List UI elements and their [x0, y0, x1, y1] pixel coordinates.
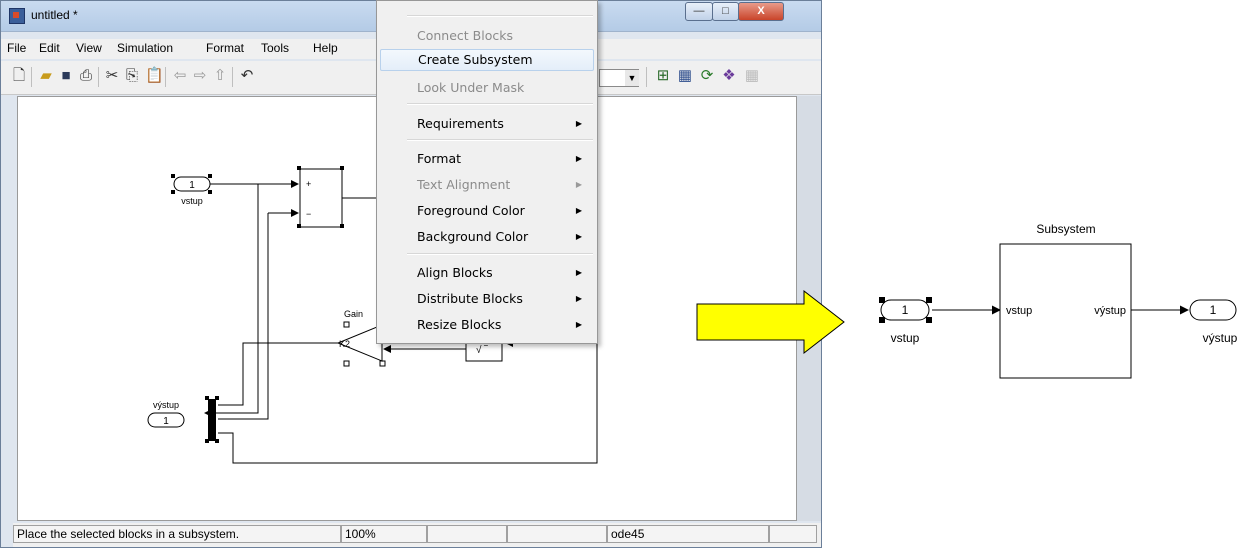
submenu-arrow-icon: ▶: [575, 232, 582, 241]
result-inport-block[interactable]: 1 vstup: [879, 297, 932, 345]
right-arrow-icon: [696, 290, 845, 354]
result-outport-number: 1: [1210, 303, 1217, 317]
cut-icon[interactable]: ✂: [104, 68, 120, 84]
menu-separator: [407, 103, 593, 105]
context-menu: Connect Blocks Create Subsystem Look Und…: [376, 0, 598, 344]
menu-item-requirements[interactable]: Requirements ▶: [380, 113, 594, 135]
menu-item-look-under-mask[interactable]: Look Under Mask: [380, 77, 594, 99]
status-cell-empty: [507, 525, 607, 543]
result-inport-number: 1: [902, 303, 909, 317]
menu-item-background-color[interactable]: Background Color ▶: [380, 226, 594, 248]
save-icon[interactable]: ■: [58, 68, 74, 84]
menu-item-connect-blocks[interactable]: Connect Blocks: [380, 25, 594, 47]
gain-value: K2: [339, 339, 350, 349]
submenu-arrow-icon: ▶: [575, 154, 582, 163]
window-title: untitled *: [31, 8, 78, 22]
outport-name: výstup: [153, 400, 179, 410]
inport-name: vstup: [181, 196, 203, 206]
menu-view[interactable]: View: [76, 41, 102, 55]
outport-block[interactable]: 1 výstup: [147, 400, 185, 428]
model-explorer-icon[interactable]: ▦: [677, 68, 693, 84]
toolbar-separator: [31, 67, 32, 87]
toolbar-separator: [646, 67, 647, 87]
zoom-level: 100%: [341, 525, 427, 543]
submenu-arrow-icon: ▶: [575, 119, 582, 128]
menu-item-distribute-blocks[interactable]: Distribute Blocks ▶: [380, 288, 594, 310]
copy-icon[interactable]: ⎘: [124, 68, 140, 84]
menu-separator: [407, 253, 593, 255]
up-icon[interactable]: ⇧: [212, 68, 228, 84]
toolbar-separator: [98, 67, 99, 87]
minimize-button[interactable]: —: [685, 2, 713, 21]
menu-simulation[interactable]: Simulation: [117, 41, 173, 55]
menu-file[interactable]: File: [7, 41, 26, 55]
status-bar: Place the selected blocks in a subsystem…: [13, 523, 821, 547]
svg-text:√ ‾: √ ‾: [476, 344, 488, 356]
forward-icon[interactable]: ⇨: [192, 68, 208, 84]
chevron-down-icon[interactable]: ▼: [625, 70, 639, 86]
menu-edit[interactable]: Edit: [39, 41, 60, 55]
menu-item-resize-blocks[interactable]: Resize Blocks ▶: [380, 314, 594, 336]
menu-separator: [407, 139, 593, 141]
new-icon[interactable]: 🗋: [11, 68, 27, 84]
print-icon[interactable]: ⎙: [78, 68, 94, 84]
menu-separator: [407, 15, 593, 17]
open-icon[interactable]: ▰: [38, 68, 54, 84]
close-button[interactable]: X: [738, 2, 784, 21]
sum-sign-minus: −: [306, 209, 311, 219]
sum-sign-plus: +: [306, 179, 311, 189]
submenu-arrow-icon: ▶: [575, 320, 582, 329]
subsystem-out-port-label: výstup: [1094, 305, 1126, 317]
undo-icon[interactable]: ↶: [239, 68, 255, 84]
menu-help[interactable]: Help: [313, 41, 338, 55]
status-cell-empty: [427, 525, 507, 543]
menu-item-foreground-color[interactable]: Foreground Color ▶: [380, 200, 594, 222]
submenu-arrow-icon: ▶: [575, 180, 582, 189]
update-icon[interactable]: ⟳: [699, 68, 715, 84]
submenu-arrow-icon: ▶: [575, 268, 582, 277]
library-icon[interactable]: ⊞: [655, 68, 671, 84]
resize-grip[interactable]: [769, 525, 817, 543]
inport-block[interactable]: 1 vstup: [171, 174, 212, 206]
mux-block[interactable]: [205, 396, 219, 443]
gain-name: Gain: [344, 309, 363, 319]
result-outport-block[interactable]: 1 výstup: [1189, 299, 1238, 345]
solver-name: ode45: [607, 525, 769, 543]
inport-number: 1: [189, 180, 195, 191]
outport-number: 1: [163, 416, 169, 427]
back-icon[interactable]: ⇦: [172, 68, 188, 84]
menu-item-text-alignment[interactable]: Text Alignment ▶: [380, 174, 594, 196]
menu-format[interactable]: Format: [206, 41, 244, 55]
paste-icon[interactable]: 📋: [145, 68, 164, 84]
maximize-button[interactable]: □: [712, 2, 739, 21]
submenu-arrow-icon: ▶: [575, 206, 582, 215]
subsystem-in-port-label: vstup: [1006, 305, 1032, 317]
toolbar-separator: [232, 67, 233, 87]
menu-item-align-blocks[interactable]: Align Blocks ▶: [380, 262, 594, 284]
menu-item-create-subsystem[interactable]: Create Subsystem: [380, 49, 594, 71]
menu-tools[interactable]: Tools: [261, 41, 289, 55]
subsystem-block[interactable]: Subsystem vstup výstup: [999, 222, 1132, 379]
menu-item-format[interactable]: Format ▶: [380, 148, 594, 170]
subsystem-title: Subsystem: [1036, 222, 1095, 236]
subsystem-diagram: 1 vstup Subsystem vstup výstup 1 výstup: [879, 222, 1238, 379]
toggle-icon[interactable]: ▦: [744, 68, 760, 84]
toolbar-separator: [165, 67, 166, 87]
submenu-arrow-icon: ▶: [575, 294, 582, 303]
status-message: Place the selected blocks in a subsystem…: [13, 525, 341, 543]
simulink-icon: [9, 8, 25, 24]
result-outport-name: výstup: [1203, 331, 1238, 345]
sum-block[interactable]: + −: [297, 166, 344, 228]
result-inport-name: vstup: [891, 331, 920, 345]
debug-icon[interactable]: ❖: [721, 68, 737, 84]
